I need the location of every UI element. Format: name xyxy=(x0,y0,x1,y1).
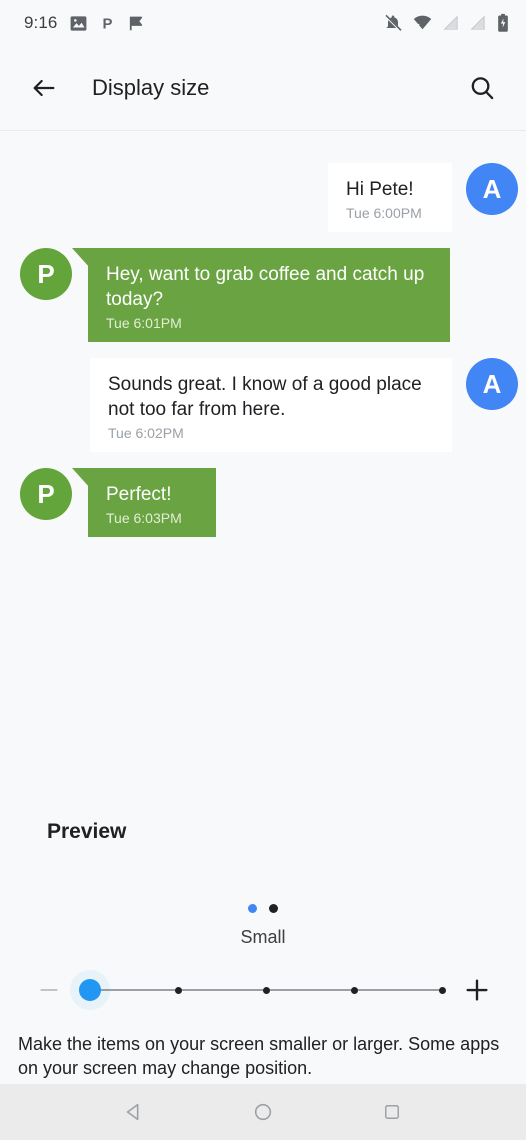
image-icon xyxy=(69,14,88,33)
increase-size-button[interactable] xyxy=(454,967,500,1013)
app-bar: Display size xyxy=(0,46,526,131)
battery-charging-icon xyxy=(496,13,510,33)
slider-tick xyxy=(350,986,358,994)
preview-conversation: Hi Pete! Tue 6:00PM A P Hey, want to gra… xyxy=(0,131,526,820)
bubble-tail xyxy=(72,468,90,488)
message-bubble: Perfect! Tue 6:03PM xyxy=(72,468,216,537)
display-size-controls: Preview Small Make the items on your scr… xyxy=(0,820,526,1084)
phone-screen: 9:16 P Display size Hi Pete! Tue 6:00PM … xyxy=(0,0,526,1140)
message-row: Sounds great. I know of a good place not… xyxy=(0,358,526,452)
page-indicator xyxy=(0,904,526,913)
notifications-off-icon xyxy=(383,13,403,33)
status-bar: 9:16 P xyxy=(0,0,526,46)
signal-empty-icon xyxy=(442,13,460,33)
flag-icon xyxy=(127,14,145,33)
message-text: Sounds great. I know of a good place not… xyxy=(108,374,422,420)
avatar: P xyxy=(20,248,72,300)
description-text: Make the items on your screen smaller or… xyxy=(18,1034,500,1078)
back-arrow-icon[interactable] xyxy=(22,66,66,110)
status-bar-clock: 9:16 xyxy=(24,13,58,32)
preview-heading: Preview xyxy=(47,820,127,843)
message-text: Hey, want to grab coffee and catch up to… xyxy=(106,264,425,310)
slider-tick xyxy=(262,986,270,994)
avatar: A xyxy=(466,358,518,410)
search-icon[interactable] xyxy=(460,66,504,110)
signal-empty-icon-2 xyxy=(469,13,487,33)
page-title: Display size xyxy=(92,75,210,100)
status-bar-left: 9:16 P xyxy=(24,13,145,33)
message-time: Tue 6:00PM xyxy=(346,205,422,221)
avatar: A xyxy=(466,163,518,215)
display-size-slider-row xyxy=(0,970,526,1010)
message-row: P Hey, want to grab coffee and catch up … xyxy=(0,248,526,342)
decrease-size-button[interactable] xyxy=(26,967,72,1013)
nav-back-icon[interactable] xyxy=(110,1088,158,1136)
slider-thumb[interactable] xyxy=(79,979,101,1001)
size-value-label: Small xyxy=(240,927,286,947)
slider-tick xyxy=(174,986,182,994)
message-time: Tue 6:01PM xyxy=(106,315,182,331)
slider-tick xyxy=(438,986,446,994)
avatar: P xyxy=(20,468,72,520)
system-navigation-bar xyxy=(0,1084,526,1140)
page-dot-inactive[interactable] xyxy=(269,904,278,913)
message-bubble: Hey, want to grab coffee and catch up to… xyxy=(72,248,450,342)
pushbullet-p-icon: P xyxy=(99,14,116,33)
svg-text:P: P xyxy=(102,16,112,32)
message-time: Tue 6:03PM xyxy=(106,510,182,526)
message-bubble: Sounds great. I know of a good place not… xyxy=(90,358,452,452)
display-size-slider[interactable] xyxy=(79,970,446,1010)
message-bubble: Hi Pete! Tue 6:00PM xyxy=(328,163,452,232)
bubble-tail xyxy=(72,248,90,268)
wifi-icon xyxy=(412,13,433,33)
page-dot-active[interactable] xyxy=(248,904,257,913)
message-row: Hi Pete! Tue 6:00PM A xyxy=(0,163,526,232)
message-row: P Perfect! Tue 6:03PM xyxy=(0,468,526,537)
message-text: Hi Pete! xyxy=(346,179,414,200)
status-bar-right xyxy=(383,13,510,33)
nav-home-icon[interactable] xyxy=(239,1088,287,1136)
slider-ticks xyxy=(90,970,446,1010)
message-time: Tue 6:02PM xyxy=(108,425,184,441)
nav-recents-icon[interactable] xyxy=(368,1088,416,1136)
message-text: Perfect! xyxy=(106,484,172,505)
